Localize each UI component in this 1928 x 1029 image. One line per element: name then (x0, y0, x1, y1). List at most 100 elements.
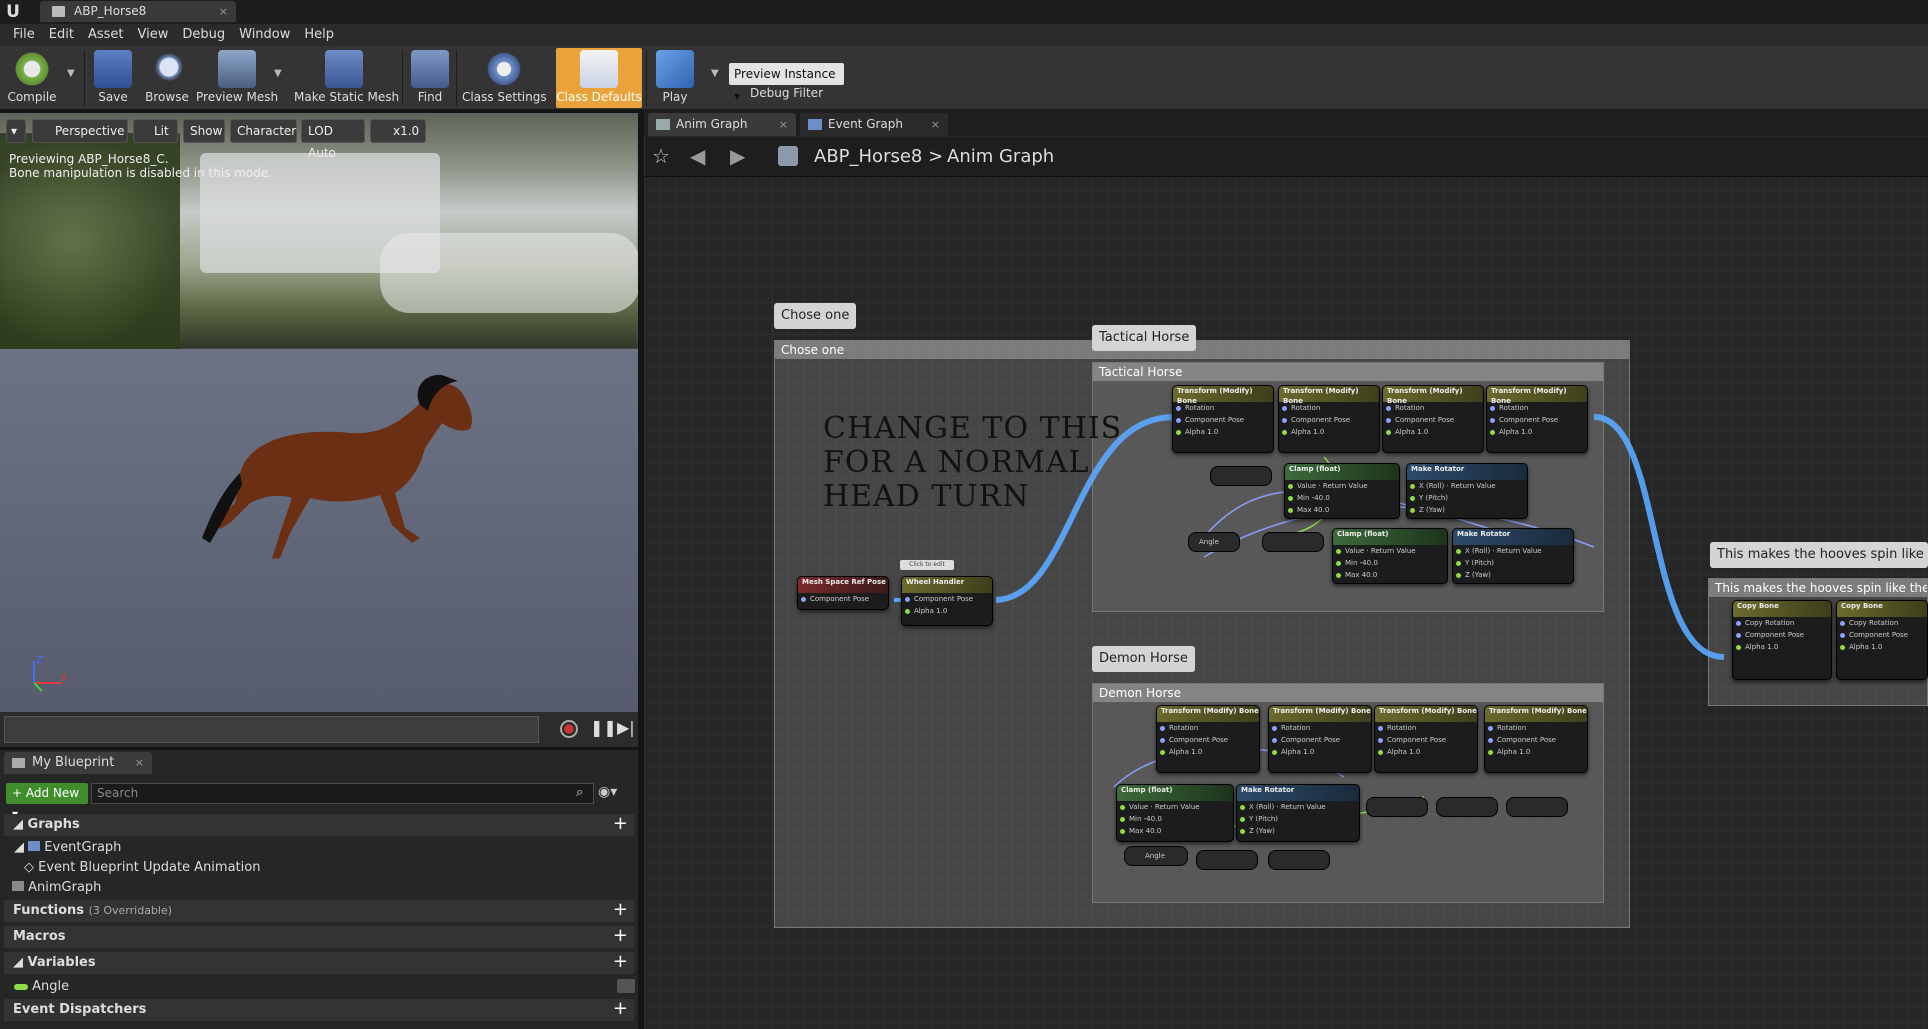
transform-bone-node[interactable]: Transform (Modify) Bone Rotation Component… (1156, 705, 1260, 773)
wheel-handler-node[interactable]: Wheel Handler Component Pose Alpha 1.0 (901, 576, 993, 626)
browse-button[interactable]: Browse (142, 48, 192, 108)
close-icon[interactable]: × (219, 1, 228, 22)
playback-speed-button[interactable]: x1.0 (370, 119, 426, 143)
close-icon[interactable]: × (931, 113, 940, 136)
tab-event-graph[interactable]: Event Graph × (800, 113, 948, 136)
lod-button[interactable]: LOD Auto (301, 119, 365, 160)
house-icon (325, 50, 363, 88)
search-input[interactable]: Search (91, 783, 594, 804)
make-rotator-node[interactable]: Make Rotator X (Roll) · Return Value Y (Pi… (1452, 528, 1574, 584)
mesh-space-ref-pose-node[interactable]: Mesh Space Ref Pose Component Pose (797, 576, 889, 610)
menu-window[interactable]: Window (232, 24, 297, 46)
clamp-float-node[interactable]: Clamp (float) Value · Return Value Min -40… (1332, 528, 1448, 584)
compile-button[interactable]: Compile (4, 48, 60, 108)
graph-item-event[interactable]: ◇ Event Blueprint Update Animation (24, 860, 260, 875)
menu-asset[interactable]: Asset (81, 24, 131, 46)
transform-bone-node[interactable]: Transform (Modify) Bone Rotation Component… (1374, 705, 1478, 773)
class-settings-button[interactable]: Class Settings (462, 48, 547, 108)
angle-getter-node[interactable]: Angle (1124, 846, 1188, 866)
save-button[interactable]: Save (90, 48, 136, 108)
unreal-logo-icon[interactable]: U (2, 2, 24, 22)
variables-section[interactable]: ◢ Variables + (4, 952, 634, 974)
add-new-button[interactable]: + Add New ▾ (6, 783, 88, 821)
anim-graph-icon (656, 119, 670, 130)
transform-bone-node[interactable]: Transform (Modify) Bone Rotation Component… (1484, 705, 1588, 773)
add-graph-icon[interactable]: + (613, 815, 628, 833)
play-icon (656, 50, 694, 88)
transform-bone-node[interactable]: Transform (Modify) Bone Rotation Component… (1382, 385, 1484, 453)
chevron-down-icon[interactable]: ▼ (711, 68, 719, 79)
menu-help[interactable]: Help (297, 24, 341, 46)
menu-file[interactable]: File (6, 24, 42, 46)
multiply-node[interactable] (1196, 850, 1258, 870)
add-function-icon[interactable]: + (613, 901, 628, 919)
save-icon (94, 50, 132, 88)
my-blueprint-tab[interactable]: My Blueprint × (4, 752, 152, 774)
transform-bone-node[interactable]: Transform (Modify) Bone Rotation Component… (1278, 385, 1380, 453)
transform-bone-node[interactable]: Transform (Modify) Bone Rotation Component… (1172, 385, 1274, 453)
record-icon[interactable] (560, 720, 578, 738)
menu-edit[interactable]: Edit (42, 24, 81, 46)
eye-closed-icon[interactable] (617, 979, 635, 993)
transform-bone-node[interactable]: Transform (Modify) Bone Rotation Component… (1486, 385, 1588, 453)
breadcrumb-root[interactable]: ABP_Horse8 > (814, 146, 943, 167)
checklist-icon (580, 50, 618, 88)
viewport-options-dropdown[interactable]: ▾ (6, 119, 26, 143)
pause-icon[interactable]: ❚❚ (590, 718, 617, 737)
play-button[interactable]: Play (652, 48, 698, 108)
viewport-car (380, 233, 638, 313)
character-button[interactable]: Character (230, 119, 297, 143)
variable-item-angle[interactable]: Angle (14, 979, 635, 994)
timeline-scrubber[interactable] (4, 716, 539, 743)
menu-view[interactable]: View (131, 24, 176, 46)
back-arrow-icon[interactable]: ◀ (690, 144, 705, 168)
graph-item-animgraph[interactable]: AnimGraph (12, 880, 101, 895)
graph-icon (808, 119, 822, 130)
clamp-float-node[interactable]: Clamp (float) Value · Return Value Min -40… (1284, 463, 1400, 519)
lit-button[interactable]: Lit (133, 119, 178, 143)
event-dispatchers-section[interactable]: Event Dispatchers + (4, 999, 634, 1021)
copy-bone-node[interactable]: Copy Bone Copy Rotation Component Pose Alph… (1732, 600, 1832, 680)
divide-node[interactable] (1436, 797, 1498, 817)
divide-node[interactable] (1366, 797, 1428, 817)
copy-bone-node[interactable]: Copy Bone Copy Rotation Component Pose Alph… (1836, 600, 1928, 680)
add-dispatcher-icon[interactable]: + (613, 1000, 628, 1018)
class-defaults-button[interactable]: Class Defaults (556, 48, 642, 108)
clamp-float-node[interactable]: Clamp (float) Value · Return Value Min -40… (1116, 784, 1234, 842)
preview-instance-dropdown[interactable]: Preview Instance ▾ (729, 63, 844, 103)
graphs-section[interactable]: ◢ Graphs + (4, 814, 634, 836)
macros-section[interactable]: Macros + (4, 926, 634, 948)
float-variable-icon (14, 983, 28, 990)
close-icon[interactable]: × (135, 752, 144, 774)
eye-icon[interactable]: ◉▾ (598, 784, 617, 800)
document-tab[interactable]: ABP_Horse8 × (40, 1, 236, 22)
show-button[interactable]: Show (183, 119, 225, 143)
preview-viewport[interactable]: Z X (0, 113, 638, 747)
menu-bar: File Edit Asset View Debug Window Help (0, 24, 1928, 46)
close-icon[interactable]: × (779, 113, 788, 136)
add-macro-icon[interactable]: + (613, 927, 628, 945)
perspective-button[interactable]: Perspective (32, 119, 128, 143)
chevron-down-icon[interactable]: ▼ (67, 68, 75, 79)
graph-item-eventgraph[interactable]: ◢ EventGraph (14, 840, 121, 855)
add-node[interactable] (1262, 532, 1324, 552)
make-rotator-node[interactable]: Make Rotator X (Roll) · Return Value Y (Pi… (1236, 784, 1360, 842)
multiply-node[interactable] (1268, 850, 1330, 870)
make-rotator-node[interactable]: Make Rotator X (Roll) · Return Value Y (Pi… (1406, 463, 1528, 519)
add-variable-icon[interactable]: + (613, 953, 628, 971)
gear-icon (485, 50, 523, 88)
find-button[interactable]: Find (410, 48, 450, 108)
transform-bone-node[interactable]: Transform (Modify) Bone Rotation Component… (1268, 705, 1372, 773)
menu-debug[interactable]: Debug (175, 24, 232, 46)
preview-mesh-button[interactable]: Preview Mesh (196, 48, 278, 108)
tab-anim-graph[interactable]: Anim Graph × (648, 113, 796, 136)
click-to-edit-label[interactable]: Click to edit (900, 560, 954, 570)
star-icon[interactable]: ☆ (652, 144, 670, 168)
functions-section[interactable]: Functions (3 Overridable) + (4, 900, 634, 922)
make-static-mesh-button[interactable]: Make Static Mesh (294, 48, 399, 108)
divide-node[interactable] (1506, 797, 1568, 817)
forward-arrow-icon[interactable]: ▶ (730, 144, 745, 168)
multiply-node[interactable] (1210, 466, 1272, 486)
step-forward-icon[interactable]: ▶| (617, 718, 635, 737)
chevron-down-icon[interactable]: ▼ (274, 68, 282, 79)
